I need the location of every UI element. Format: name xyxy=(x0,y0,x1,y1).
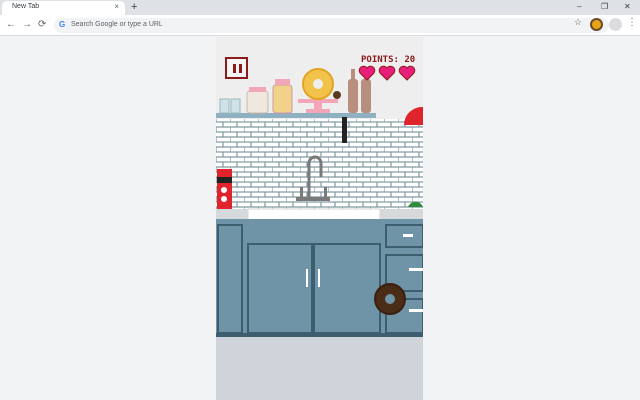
points-counter: POINTS: 20 xyxy=(361,55,416,65)
tab-title: New Tab xyxy=(12,3,40,10)
menu-icon[interactable]: ⋮ xyxy=(627,17,637,28)
new-tab-button[interactable]: + xyxy=(131,1,137,13)
reload-icon[interactable]: ⟳ xyxy=(38,19,46,31)
kitchen-scene xyxy=(216,68,423,400)
heart-icon xyxy=(358,65,376,81)
address-placeholder: Search Google or type a URL xyxy=(71,21,163,28)
bottle xyxy=(361,79,371,113)
toe-kick xyxy=(216,333,423,337)
jar xyxy=(246,90,269,114)
bottle-neck xyxy=(351,69,355,80)
drawer-handle xyxy=(409,309,423,312)
bookmark-star-icon[interactable]: ☆ xyxy=(574,17,582,28)
faucet-base xyxy=(296,197,330,201)
jar-lid xyxy=(275,79,290,85)
maximize-icon[interactable]: ❐ xyxy=(601,1,608,13)
cupcake xyxy=(333,91,341,99)
glass xyxy=(230,98,241,114)
tab-close-icon[interactable]: × xyxy=(114,2,119,12)
glass xyxy=(219,98,230,114)
shelf-bracket xyxy=(342,117,347,143)
appliance-knob xyxy=(221,196,227,202)
appliance-knob xyxy=(221,187,227,193)
faucet-handle xyxy=(300,187,303,197)
jar-lid xyxy=(249,87,266,92)
pause-button[interactable] xyxy=(225,57,248,79)
donut-hole xyxy=(313,79,323,89)
google-icon: G xyxy=(59,20,66,29)
donut-extension-icon[interactable] xyxy=(590,18,603,31)
bottle xyxy=(348,79,358,113)
heart-icon xyxy=(398,65,416,81)
minimize-icon[interactable]: – xyxy=(577,1,581,13)
drawer-handle xyxy=(403,234,413,237)
cake-stand-foot xyxy=(306,109,330,113)
drawer-handle xyxy=(409,268,423,271)
faucet-handle xyxy=(324,187,327,197)
game-canvas[interactable]: POINTS: 20 xyxy=(216,37,423,400)
donut-hole xyxy=(385,294,395,304)
floor xyxy=(216,337,423,400)
tab-strip: New Tab × + – ❐ ✕ xyxy=(0,0,640,15)
heart-icon xyxy=(378,65,396,81)
shelf xyxy=(216,113,376,118)
red-lamp xyxy=(403,106,423,125)
extensions-puzzle-icon[interactable] xyxy=(609,18,622,31)
tab-new-tab[interactable]: New Tab × xyxy=(2,1,125,15)
jar xyxy=(272,84,293,114)
close-window-icon[interactable]: ✕ xyxy=(624,1,631,13)
address-bar[interactable]: G Search Google or type a URL xyxy=(54,18,609,33)
cake-stand-base xyxy=(314,103,322,110)
appliance-panel xyxy=(217,177,232,183)
lives-hearts xyxy=(358,65,416,81)
browser-toolbar: ← → ⟳ G Search Google or type a URL ☆ ⋮ xyxy=(0,15,640,36)
cabinet-handle xyxy=(306,269,308,287)
forward-icon[interactable]: → xyxy=(22,19,32,31)
back-icon[interactable]: ← xyxy=(6,19,16,31)
page-content: POINTS: 20 xyxy=(0,37,640,400)
cabinet-handle xyxy=(318,269,320,287)
